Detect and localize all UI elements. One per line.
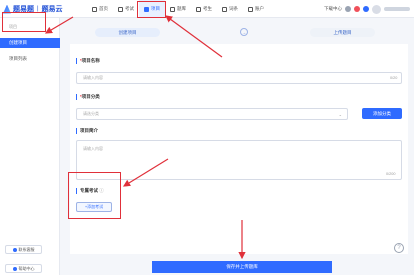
save-and-upload-button[interactable]: 保存并上传题库 (152, 261, 332, 273)
exam-icon (118, 6, 123, 12)
sidebar: 项目 创建项目 项目列表 联系客服 帮助中心 (0, 18, 60, 275)
nav-candidate-label: 考生 (203, 6, 212, 11)
project-name-input[interactable]: 请输入内容 (76, 72, 402, 84)
annotation-box-create-project (2, 12, 46, 32)
add-category-button[interactable]: 添加分类 (362, 108, 402, 119)
user-name-redacted[interactable] (384, 7, 410, 11)
sidebar-item-create-project[interactable]: 创建项目 (0, 38, 60, 48)
nav-account-label: 账户 (255, 6, 264, 11)
candidate-icon (196, 6, 201, 12)
notification-icon[interactable] (354, 6, 360, 12)
account-icon (248, 6, 253, 12)
header-tools: 下载中心 (324, 0, 410, 18)
nav-question-bank[interactable]: 题库 (165, 0, 191, 18)
create-project-form: *项目名称 请输入内容 0/20 *项目分类 请选分类 ⌄ 添加分类 项目简介 … (70, 44, 408, 254)
contact-support-label: 联系客服 (18, 246, 35, 252)
help-center-button[interactable]: 帮助中心 (5, 264, 42, 273)
sidebar-item-project-list[interactable]: 项目列表 (9, 56, 27, 62)
support-icon (12, 247, 17, 252)
message-icon[interactable] (345, 6, 351, 12)
project-intro-textarea[interactable]: 请输入内容 (76, 140, 402, 180)
nav-home[interactable]: 首页 (87, 0, 113, 18)
nav-exam[interactable]: 考试 (113, 0, 139, 18)
nav-entry[interactable]: 词条 (217, 0, 243, 18)
nav-candidate[interactable]: 考生 (191, 0, 217, 18)
nav-question-bank-label: 题库 (177, 6, 186, 11)
entry-icon (222, 6, 227, 12)
home-icon (92, 6, 97, 12)
contact-support-button[interactable]: 联系客服 (5, 245, 42, 254)
step-create-project: 创建项目 (95, 28, 160, 37)
chevron-down-icon: ⌄ (338, 112, 342, 117)
step-arrow-icon: → (240, 28, 248, 36)
project-name-counter: 0/20 (390, 76, 398, 80)
help-icon[interactable]: ? (394, 243, 404, 253)
step-indicator: 创建项目 → 上传题目 (70, 26, 404, 38)
avatar[interactable] (372, 4, 381, 14)
help-center-label: 帮助中心 (18, 265, 35, 271)
help-center-icon (12, 266, 17, 271)
category-select-value: 请选分类 (83, 111, 99, 116)
nav-exam-label: 考试 (125, 6, 134, 11)
project-intro-counter: 0/200 (386, 172, 396, 176)
project-name-label: *项目名称 (76, 58, 100, 64)
project-category-select[interactable]: 请选分类 ⌄ (76, 108, 348, 120)
step-upload-questions: 上传题目 (310, 28, 375, 37)
download-center-link[interactable]: 下载中心 (324, 6, 342, 12)
top-navbar: 题易题 | 题易云 首页 考试 项目 题库 考生 词条 账户 下载中心 (0, 0, 414, 18)
nav-account[interactable]: 账户 (243, 0, 269, 18)
annotation-box-project-tab (137, 1, 166, 18)
settings-icon[interactable] (363, 6, 369, 12)
nav-entry-label: 词条 (229, 6, 238, 11)
question-bank-icon (170, 6, 175, 12)
project-intro-label: 项目简介 (76, 128, 98, 134)
nav-home-label: 首页 (99, 6, 108, 11)
project-category-label: *项目分类 (76, 94, 100, 100)
main-nav: 首页 考试 项目 题库 考生 词条 账户 (87, 0, 269, 18)
annotation-box-exclusive-exam (68, 172, 121, 219)
